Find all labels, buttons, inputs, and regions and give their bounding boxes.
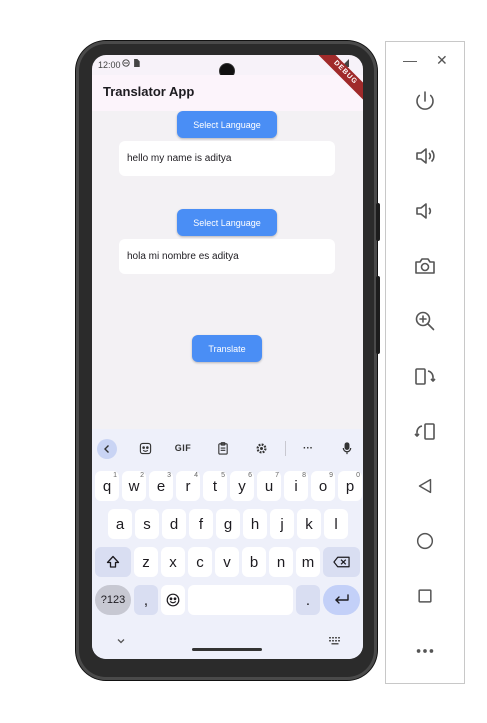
home-gesture-handle[interactable]	[192, 648, 262, 651]
more-options-icon[interactable]	[410, 636, 440, 666]
key-k[interactable]: k	[297, 509, 321, 539]
key-w[interactable]: w2	[122, 471, 146, 501]
key-z[interactable]: z	[134, 547, 158, 577]
key-r[interactable]: r4	[176, 471, 200, 501]
source-text-input[interactable]: hello my name is aditya	[119, 141, 335, 176]
status-time: 12:00	[98, 60, 121, 70]
microphone-icon[interactable]	[336, 437, 358, 459]
comma-key[interactable]: ,	[134, 585, 158, 615]
select-source-language-button[interactable]: Select Language	[177, 111, 277, 138]
more-icon[interactable]: ···	[297, 437, 319, 459]
sim-card-icon	[134, 59, 140, 67]
key-t[interactable]: t5	[203, 471, 227, 501]
key-p[interactable]: p0	[338, 471, 362, 501]
key-n[interactable]: n	[269, 547, 293, 577]
sticker-icon[interactable]	[134, 437, 156, 459]
backspace-key[interactable]	[323, 547, 360, 577]
enter-arrow-icon	[334, 594, 349, 604]
hardware-button	[376, 276, 380, 354]
key-s[interactable]: s	[135, 509, 159, 539]
camera-icon[interactable]	[410, 251, 440, 281]
power-icon[interactable]	[410, 86, 440, 116]
key-j[interactable]: j	[270, 509, 294, 539]
dnd-icon	[122, 59, 130, 67]
key-y[interactable]: y6	[230, 471, 254, 501]
key-d[interactable]: d	[162, 509, 186, 539]
keyboard-toolbar: GIF ···	[92, 437, 363, 461]
key-e[interactable]: e3	[149, 471, 173, 501]
key-f[interactable]: f	[189, 509, 213, 539]
close-icon[interactable]: ✕	[436, 52, 448, 69]
emoji-key[interactable]	[161, 585, 185, 615]
translate-button[interactable]: Translate	[192, 335, 262, 362]
clipboard-icon[interactable]	[212, 437, 234, 459]
key-c[interactable]: c	[188, 547, 212, 577]
keyboard-hide-chevron-icon[interactable]	[116, 637, 126, 648]
toolbar-divider	[285, 441, 286, 456]
symbols-key[interactable]: ?123	[95, 585, 131, 615]
volume-up-icon[interactable]	[410, 141, 440, 171]
zoom-icon[interactable]	[410, 306, 440, 336]
period-key[interactable]: .	[296, 585, 320, 615]
backspace-icon	[333, 556, 350, 568]
key-x[interactable]: x	[161, 547, 185, 577]
key-l[interactable]: l	[324, 509, 348, 539]
translated-text-field[interactable]: hola mi nombre es aditya	[119, 239, 335, 274]
app-bar: Translator App	[92, 75, 363, 111]
back-icon[interactable]	[410, 471, 440, 501]
key-a[interactable]: a	[108, 509, 132, 539]
shift-key[interactable]	[95, 547, 131, 577]
emoji-icon	[166, 593, 180, 607]
soft-keyboard: GIF ··· q1 w2 e3 r4 t5 y6 u7 i8 o9 p0 a …	[92, 429, 363, 659]
shift-icon	[106, 555, 120, 568]
rotate-left-icon[interactable]	[410, 361, 440, 391]
app-title: Translator App	[103, 84, 195, 99]
home-icon[interactable]	[410, 526, 440, 556]
key-u[interactable]: u7	[257, 471, 281, 501]
hardware-button	[376, 203, 380, 241]
main-content: Select Language hello my name is aditya …	[92, 111, 363, 429]
chevron-left-icon[interactable]	[97, 439, 117, 459]
gif-button[interactable]: GIF	[172, 437, 194, 459]
volume-down-icon[interactable]	[410, 196, 440, 226]
gif-label: GIF	[174, 443, 192, 453]
key-m[interactable]: m	[296, 547, 320, 577]
key-h[interactable]: h	[243, 509, 267, 539]
device-screen: 12:00 Translator App Select Language hel…	[92, 55, 363, 659]
settings-gear-icon[interactable]	[250, 437, 272, 459]
space-key[interactable]	[188, 585, 293, 615]
key-q[interactable]: q1	[95, 471, 119, 501]
select-target-language-button[interactable]: Select Language	[177, 209, 277, 236]
key-g[interactable]: g	[216, 509, 240, 539]
gesture-nav-bar	[92, 633, 363, 659]
key-o[interactable]: o9	[311, 471, 335, 501]
key-i[interactable]: i8	[284, 471, 308, 501]
minimize-icon[interactable]: —	[403, 52, 417, 68]
rotate-right-icon[interactable]	[410, 416, 440, 446]
overview-icon[interactable]	[410, 581, 440, 611]
key-b[interactable]: b	[242, 547, 266, 577]
enter-key[interactable]	[323, 585, 360, 615]
keyboard-switch-icon[interactable]	[329, 637, 341, 648]
emulator-control-panel: — ✕	[385, 41, 465, 684]
key-v[interactable]: v	[215, 547, 239, 577]
